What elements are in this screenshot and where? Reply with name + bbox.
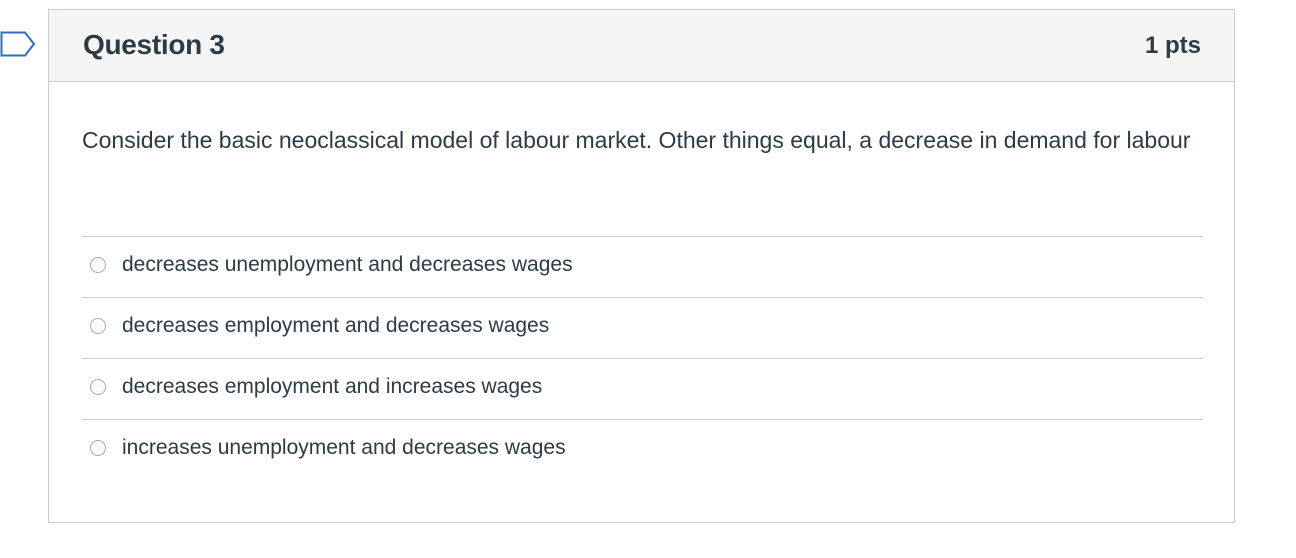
question-header: Question 3 1 pts: [49, 10, 1234, 82]
flag-question-icon[interactable]: [0, 31, 36, 57]
answer-option[interactable]: increases unemployment and decreases wag…: [82, 419, 1203, 480]
answer-option[interactable]: decreases unemployment and decreases wag…: [82, 236, 1203, 297]
answer-label: decreases employment and decreases wages: [122, 314, 550, 337]
radio-button[interactable]: [90, 257, 106, 273]
answer-label: decreases unemployment and decreases wag…: [122, 253, 573, 276]
answer-label: increases unemployment and decreases wag…: [122, 436, 566, 459]
radio-button[interactable]: [90, 440, 106, 456]
answer-list: decreases unemployment and decreases wag…: [82, 236, 1203, 480]
radio-button[interactable]: [90, 318, 106, 334]
answer-label: decreases employment and increases wages: [122, 375, 543, 398]
question-title: Question 3: [83, 29, 225, 60]
radio-button[interactable]: [90, 379, 106, 395]
answer-option[interactable]: decreases employment and increases wages: [82, 358, 1203, 419]
question-text: Consider the basic neoclassical model of…: [82, 127, 1191, 153]
answer-option[interactable]: decreases employment and decreases wages: [82, 297, 1203, 358]
question-points: 1 pts: [1144, 32, 1201, 59]
